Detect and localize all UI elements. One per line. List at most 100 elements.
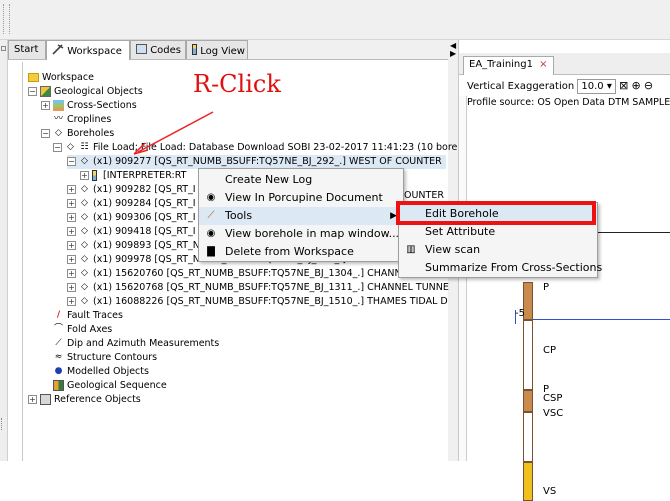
tab-workspace[interactable]: Workspace (46, 40, 130, 60)
doc-tab-label: EA_Training1 (469, 59, 533, 70)
main-toolbar (0, 0, 670, 40)
eye-icon: ◉ (206, 192, 216, 203)
collapse-icon[interactable]: − (67, 157, 76, 166)
menu-item-summarize[interactable]: Summarize From Cross-Sections (399, 259, 602, 277)
annotation-arrow (133, 111, 214, 155)
log-label: CSP (543, 393, 563, 404)
tree-node-interpreter[interactable]: + [INTERPRETER:RT (80, 169, 186, 183)
tree-node-borehole[interactable]: + ◇ (x1) 909306 [QS_RT_I (67, 211, 196, 225)
menu-item-delete-from-workspace[interactable]: ▇ Delete from Workspace (199, 243, 403, 261)
tree-node-cross-sections[interactable]: + Cross-Sections (41, 99, 137, 113)
pick-icon: ⟋ (207, 210, 215, 221)
vertical-exaggeration-input[interactable]: 10.0 ▾ (577, 78, 616, 94)
expand-icon[interactable]: + (67, 255, 76, 264)
log-label: P (543, 282, 550, 293)
vertical-exaggeration-value: 10.0 (581, 80, 604, 92)
tree-node-borehole[interactable]: + ◇ (x1) 16088226 [QS_RT_NUMB_BSUFF:TQ57NE… (67, 295, 448, 309)
tree-label: Boreholes (67, 128, 115, 139)
expand-icon[interactable]: + (67, 227, 76, 236)
level-line (533, 319, 670, 320)
zoom-in-icon[interactable]: ⊕ (631, 79, 640, 92)
borehole-icon: ◇ (81, 254, 88, 264)
tree-label-overflow: OUNTER (404, 190, 444, 201)
r-click-annotation: R-Click (193, 70, 281, 98)
vertical-exaggeration-label: Vertical Exaggeration (467, 81, 575, 92)
tree-node-structure-contours[interactable]: ≈ Structure Contours (53, 351, 157, 365)
borehole-icon: ◇ (55, 128, 62, 138)
tree-node-file-load[interactable]: − ◇ ☷ File Load; File Load: Database Downlo… (53, 141, 457, 155)
log-icon (192, 44, 197, 55)
tree-label: Workspace (42, 72, 94, 83)
menu-item-tools[interactable]: ⟋ Tools ▶ (199, 207, 403, 225)
tree-label: (x1) 909282 [QS_RT_I (93, 184, 196, 195)
tab-ea-training1[interactable]: EA_Training1 × (463, 56, 554, 75)
tree-node-borehole[interactable]: + ◇ (x1) 909418 [QS_RT_I (67, 225, 196, 239)
expand-icon[interactable]: + (67, 269, 76, 278)
geology-icon (40, 86, 51, 97)
menu-item-view-in-porcupine[interactable]: ◉ View In Porcupine Document (199, 189, 403, 207)
expand-icon[interactable]: + (28, 395, 37, 404)
menu-item-view-scan[interactable]: ▥ View scan (399, 241, 597, 259)
collapse-icon[interactable]: − (28, 87, 37, 96)
vertical-exaggeration-toolbar: Vertical Exaggeration 10.0 ▾ ⊠ ⊕ ⊖ (467, 76, 670, 96)
fault-trace-icon: / (56, 310, 61, 320)
tree-node-borehole[interactable]: + ◇ (x1) 15620760 [QS_RT_NUMB_BSUFF:TQ57NE… (67, 267, 449, 281)
tree-node-workspace[interactable]: Workspace (28, 71, 94, 85)
zoom-out-icon[interactable]: ⊖ (644, 79, 653, 92)
tree-node-borehole[interactable]: + ◇ (x1) 15620768 [QS_RT_NUMB_BSUFF:TQ57NE… (67, 281, 449, 295)
expand-icon[interactable]: + (67, 241, 76, 250)
strip-grip-icon[interactable] (1, 418, 6, 430)
tree-node-dip-azimuth[interactable]: ⟋ Dip and Azimuth Measurements (53, 337, 219, 351)
tree-node-fault-traces[interactable]: / Fault Traces (53, 309, 123, 323)
folder-icon (28, 73, 39, 82)
collapse-icon[interactable]: − (53, 143, 62, 152)
menu-item-set-attribute[interactable]: Set Attribute (399, 223, 597, 241)
tree-label: (x1) 909306 [QS_RT_I (93, 212, 196, 223)
scan-icon: ▥ (406, 244, 416, 255)
expand-icon[interactable]: + (67, 185, 76, 194)
left-side-strip (0, 40, 8, 461)
close-icon[interactable]: × (539, 59, 547, 70)
log-unit-vs (523, 462, 533, 501)
tab-codes[interactable]: Codes (130, 40, 186, 59)
tree-node-modelled-objects[interactable]: ● Modelled Objects (53, 365, 149, 379)
tree-node-geological-objects[interactable]: − Geological Objects (28, 85, 143, 99)
borehole-icon: ◇ (81, 198, 88, 208)
tab-start[interactable]: Start (8, 40, 46, 59)
expand-icon[interactable]: + (67, 297, 76, 306)
expand-icon[interactable]: + (67, 213, 76, 222)
expand-icon[interactable]: + (67, 199, 76, 208)
menu-item-create-new-log[interactable]: Create New Log (199, 171, 403, 189)
menu-item-label: Delete from Workspace (225, 245, 354, 258)
collapse-icon[interactable]: − (41, 129, 50, 138)
collapse-arrows-icon[interactable]: ◀ ▶ (450, 42, 456, 58)
expand-icon[interactable]: + (41, 101, 50, 110)
tree-node-fold-axes[interactable]: ⌒ Fold Axes (53, 323, 112, 337)
log-unit-cp (523, 320, 533, 390)
contour-icon: ≈ (54, 352, 63, 362)
context-menu: Create New Log ◉ View In Porcupine Docum… (198, 168, 404, 262)
menu-item-label: Tools (225, 209, 253, 222)
zoom-extent-icon[interactable]: ⊠ (619, 79, 628, 92)
tree-label: Fold Axes (67, 324, 113, 335)
tree-node-borehole[interactable]: + ◇ (x1) 909282 [QS_RT_I (67, 183, 196, 197)
tab-log-view[interactable]: Log View (186, 40, 248, 59)
tree-node-borehole[interactable]: + ◇ (x1) 909284 [QS_RT_I (67, 197, 196, 211)
toolbar-grip[interactable] (3, 4, 5, 34)
tree-node-borehole-selected[interactable]: − ◇ (x1) 909277 [QS_RT_NUMB_BSUFF:TQ57NE_B… (67, 155, 446, 169)
expand-icon[interactable]: + (80, 171, 89, 180)
tree-label: (x1) 15620760 [QS_RT_NUMB_BSUFF:TQ57NE_B… (93, 268, 449, 279)
tree-node-reference-objects[interactable]: + Reference Objects (28, 393, 141, 407)
trash-icon: ▇ (207, 246, 215, 257)
menu-item-label: View scan (425, 243, 481, 256)
highlight-box (396, 201, 596, 225)
tree-node-geological-sequence[interactable]: Geological Sequence (53, 379, 167, 393)
menu-item-view-in-map[interactable]: ◉ View borehole in map window... (199, 225, 403, 243)
tree-node-croplines[interactable]: 〰 Croplines (53, 113, 111, 127)
toolbar-grip[interactable] (9, 4, 11, 34)
tree-label: Structure Contours (67, 352, 158, 363)
strip-handle-icon[interactable] (1, 46, 6, 51)
expand-icon[interactable]: + (67, 283, 76, 292)
document-tab-bar: EA_Training1 × (459, 53, 670, 75)
tree-node-boreholes[interactable]: − ◇ Boreholes (41, 127, 114, 141)
